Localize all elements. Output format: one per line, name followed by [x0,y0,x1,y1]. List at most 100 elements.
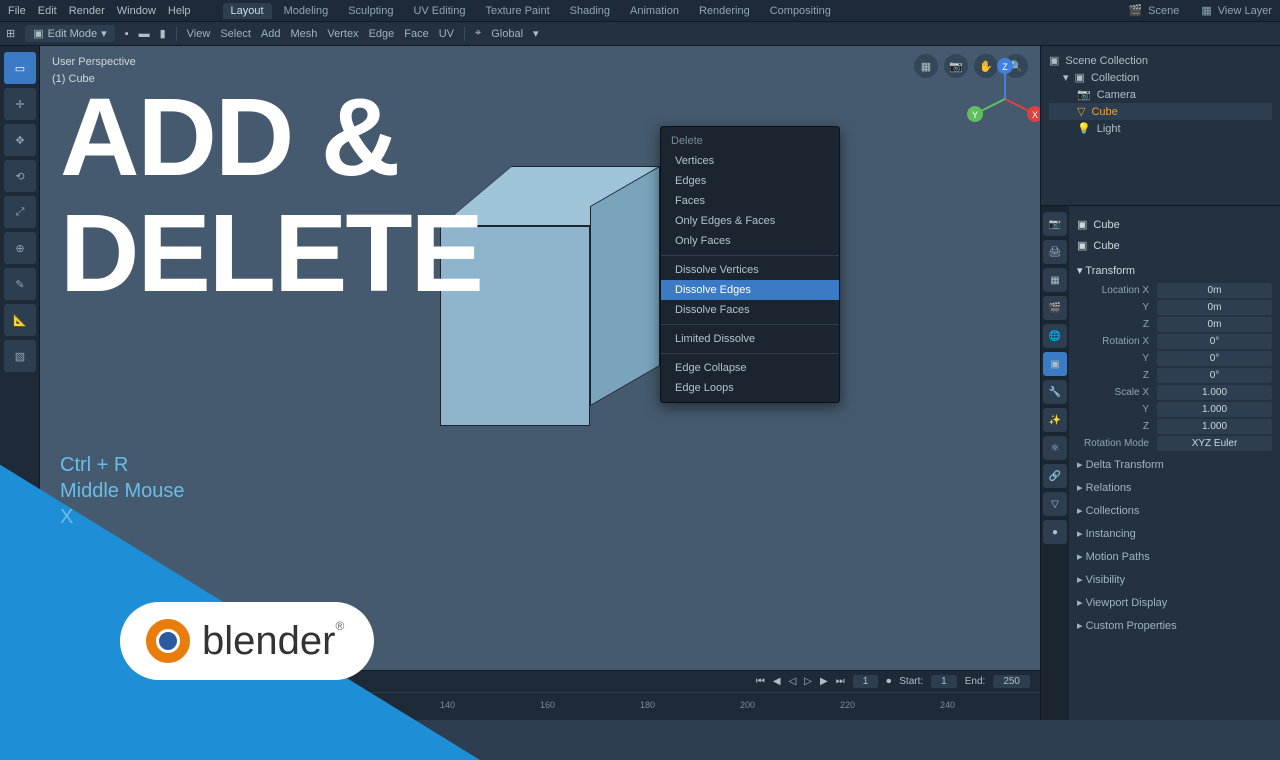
orientation-selector[interactable]: Global [491,28,523,40]
menu-file[interactable]: File [8,5,26,17]
jump-end-icon[interactable]: ⏭ [836,676,845,687]
panel-relations[interactable]: ▸ Relations [1077,478,1272,497]
panel-instancing[interactable]: ▸ Instancing [1077,524,1272,543]
tool-add-cube[interactable]: ▧ [4,340,36,372]
tool-move[interactable]: ✥ [4,124,36,156]
prop-tab-material[interactable]: ● [1043,520,1067,544]
gizmo-camera-icon[interactable]: ▦ [914,54,938,78]
menu-vertex[interactable]: Vertex [327,28,358,40]
mode-selector[interactable]: ▣ Edit Mode ▾ [25,25,114,42]
outliner[interactable]: ▣ Scene Collection ▾ ▣ Collection 📷 Came… [1041,46,1280,206]
menu-view[interactable]: View [187,28,211,40]
value-rotation-x[interactable]: 0° [1157,334,1272,349]
timeline[interactable]: ⏮ ◀ ◁ ▷ ▶ ⏭ 1 ⏺ Start: 1 End: 250 100 12… [40,670,1040,720]
object-header[interactable]: ▣ Cube [1077,214,1272,235]
menu-edit[interactable]: Edit [38,5,57,17]
end-frame[interactable]: 250 [993,675,1030,688]
prop-tab-data[interactable]: ▽ [1043,492,1067,516]
menu-dissolve-edges[interactable]: Dissolve Edges [661,280,839,300]
prev-keyframe-icon[interactable]: ◀ [773,676,781,687]
menu-dissolve-vertices[interactable]: Dissolve Vertices [661,260,839,280]
menu-select[interactable]: Select [220,28,251,40]
menu-edge-collapse[interactable]: Edge Collapse [661,358,839,378]
outliner-item-camera[interactable]: 📷 Camera [1049,86,1272,103]
outliner-item-cube[interactable]: ▽ Cube [1049,103,1272,120]
panel-viewport-display[interactable]: ▸ Viewport Display [1077,593,1272,612]
tab-modeling[interactable]: Modeling [276,3,337,19]
play-reverse-icon[interactable]: ◁ [789,676,797,687]
menu-window[interactable]: Window [117,5,156,17]
jump-start-icon[interactable]: ⏮ [756,676,765,687]
prop-tab-viewlayer[interactable]: ▦ [1043,268,1067,292]
prop-tab-modifiers[interactable]: 🔧 [1043,380,1067,404]
current-frame[interactable]: 1 [853,675,879,688]
tab-texture-paint[interactable]: Texture Paint [477,3,557,19]
menu-render[interactable]: Render [69,5,105,17]
prop-tab-world[interactable]: 🌐 [1043,324,1067,348]
record-icon[interactable]: ⏺ [886,676,891,687]
tab-layout[interactable]: Layout [223,3,272,19]
menu-uv[interactable]: UV [439,28,454,40]
panel-motion-paths[interactable]: ▸ Motion Paths [1077,547,1272,566]
axis-gizmo[interactable]: X Y Z [960,54,1040,144]
next-keyframe-icon[interactable]: ▶ [820,676,828,687]
tab-animation[interactable]: Animation [622,3,687,19]
menu-add[interactable]: Add [261,28,281,40]
panel-visibility[interactable]: ▸ Visibility [1077,570,1272,589]
scene-selector[interactable]: 🎬 Scene [1128,4,1179,17]
prop-tab-output[interactable]: 🖨 [1043,240,1067,264]
value-scale-x[interactable]: 1.000 [1157,385,1272,400]
data-header[interactable]: ▣ Cube [1077,235,1272,256]
tool-transform[interactable]: ⊕ [4,232,36,264]
panel-delta-transform[interactable]: ▸ Delta Transform [1077,455,1272,474]
value-location-x[interactable]: 0m [1157,283,1272,298]
panel-custom-properties[interactable]: ▸ Custom Properties [1077,616,1272,635]
value-scale-y[interactable]: 1.000 [1157,402,1272,417]
prop-tab-physics[interactable]: ⚛ [1043,436,1067,460]
value-rotation-z[interactable]: 0° [1157,368,1272,383]
orientation-icon[interactable]: ⌖ [475,27,481,40]
play-icon[interactable]: ▷ [804,676,812,687]
select-mode-vertex[interactable]: ▪ [125,28,129,40]
viewlayer-selector[interactable]: ▦ View Layer [1201,4,1272,17]
tool-measure[interactable]: 📐 [4,304,36,336]
menu-delete-faces[interactable]: Faces [661,191,839,211]
menu-dissolve-faces[interactable]: Dissolve Faces [661,300,839,320]
tool-rotate[interactable]: ⟲ [4,160,36,192]
menu-delete-vertices[interactable]: Vertices [661,151,839,171]
menu-face[interactable]: Face [404,28,428,40]
value-location-y[interactable]: 0m [1157,300,1272,315]
start-frame[interactable]: 1 [931,675,957,688]
tool-annotate[interactable]: ✎ [4,268,36,300]
value-rotation-y[interactable]: 0° [1157,351,1272,366]
menu-delete-edges[interactable]: Edges [661,171,839,191]
3d-viewport[interactable]: User Perspective (1) Cube ▦ 📷 ✋ 🔍 X Y Z … [40,46,1040,720]
menu-limited-dissolve[interactable]: Limited Dissolve [661,329,839,349]
panel-transform[interactable]: ▾ Transform [1077,260,1272,281]
prop-tab-scene[interactable]: 🎬 [1043,296,1067,320]
value-scale-z[interactable]: 1.000 [1157,419,1272,434]
panel-collections[interactable]: ▸ Collections [1077,501,1272,520]
tab-sculpting[interactable]: Sculpting [340,3,401,19]
prop-tab-render[interactable]: 📷 [1043,212,1067,236]
menu-help[interactable]: Help [168,5,191,17]
menu-only-faces[interactable]: Only Faces [661,231,839,251]
outliner-scene-collection[interactable]: ▣ Scene Collection [1049,52,1272,69]
tab-rendering[interactable]: Rendering [691,3,758,19]
menu-edge[interactable]: Edge [369,28,395,40]
prop-tab-object[interactable]: ▣ [1043,352,1067,376]
prop-tab-constraints[interactable]: 🔗 [1043,464,1067,488]
select-mode-edge[interactable]: ▬ [139,28,150,40]
editor-type-icon[interactable]: ⊞ [6,27,15,40]
tool-select-box[interactable]: ▭ [4,52,36,84]
tool-scale[interactable]: ⤢ [4,196,36,228]
menu-edge-loops[interactable]: Edge Loops [661,378,839,398]
timeline-ruler[interactable]: 100 120 140 160 180 200 220 240 [40,692,1040,712]
tab-uv-editing[interactable]: UV Editing [405,3,473,19]
mesh-cube[interactable] [440,166,660,426]
tool-cursor[interactable]: ✛ [4,88,36,120]
value-location-z[interactable]: 0m [1157,317,1272,332]
outliner-item-light[interactable]: 💡 Light [1049,120,1272,137]
outliner-collection[interactable]: ▾ ▣ Collection [1049,69,1272,86]
select-mode-face[interactable]: ▮ [160,27,166,40]
